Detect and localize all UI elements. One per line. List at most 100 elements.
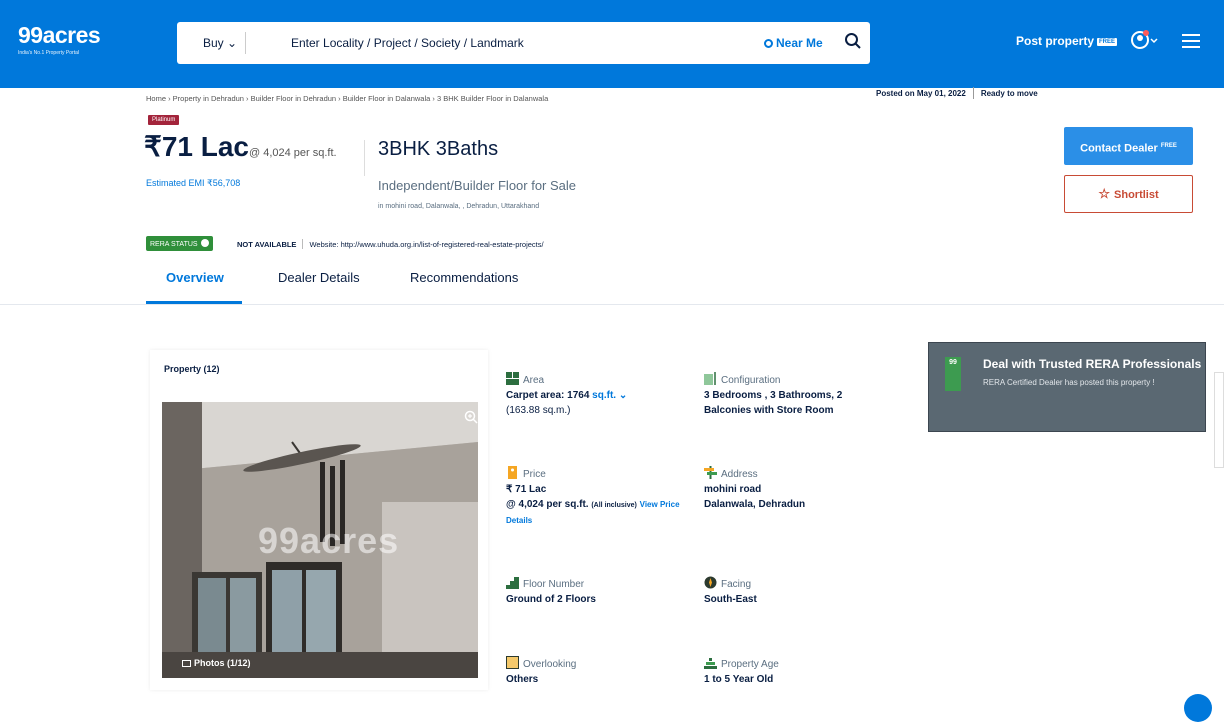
rera-status-value: NOT AVAILABLE <box>237 240 297 249</box>
price-value: ₹71 Lac <box>144 131 249 162</box>
price-detail-value: ₹ 71 Lac <box>506 484 547 495</box>
rera-status-badge: RERA STATUS <box>146 236 213 251</box>
free-badge: FREE <box>1097 38 1118 46</box>
posted-date: Posted on May 01, 2022 <box>876 89 966 98</box>
shortlist-button[interactable]: ☆ Shortlist <box>1064 175 1193 213</box>
area-value: Carpet area: 1764 <box>506 390 590 401</box>
price-per-sqft: @ 4,024 per sq.ft. <box>249 147 337 159</box>
tab-dealer-details[interactable]: Dealer Details <box>278 270 360 285</box>
logo-tagline: India's No.1 Property Portal <box>18 50 79 56</box>
signpost-icon <box>704 466 717 479</box>
header-divider <box>364 140 365 176</box>
chevron-down-icon[interactable]: ⌄ <box>616 390 627 401</box>
location-target-icon <box>764 39 773 48</box>
emi-link[interactable]: Estimated EMI ₹56,708 <box>146 178 240 189</box>
facing-value: South-East <box>704 594 757 605</box>
rera-promo-box: 99 Deal with Trusted RERA Professionals … <box>928 342 1206 432</box>
search-icon[interactable] <box>844 32 862 50</box>
window-icon <box>506 656 519 669</box>
chat-icon[interactable] <box>1184 694 1212 722</box>
address-label: Address <box>721 469 758 480</box>
detail-configuration: Configuration 3 Bedrooms , 3 Bathrooms, … <box>704 370 904 418</box>
rera-tip-icon: 99 <box>945 357 961 391</box>
overlooking-label: Overlooking <box>523 659 577 670</box>
detail-area: Area Carpet area: 1764 sq.ft. ⌄ (163.88 … <box>506 370 706 418</box>
price-label: Price <box>523 469 546 480</box>
info-icon[interactable] <box>200 239 209 247</box>
platinum-badge: Platinum <box>148 115 180 125</box>
area-label: Area <box>523 375 545 386</box>
area-unit-dropdown[interactable]: sq.ft. <box>592 390 616 401</box>
site-logo[interactable]: 99acres India's No.1 Property Portal <box>18 22 101 56</box>
listing-locality: in mohini road, Dalanwala, , Dehradun, U… <box>378 203 540 210</box>
listing-title: 3BHK 3Baths <box>378 138 499 160</box>
floor-label: Floor Number <box>523 579 585 590</box>
post-property-link[interactable]: Post property FREE <box>1016 34 1118 48</box>
buy-dropdown[interactable]: Buy ⌄ <box>203 36 237 50</box>
near-me-label: Near Me <box>776 36 823 50</box>
breadcrumb[interactable]: Home › Property in Dehradun › Builder Fl… <box>146 94 548 103</box>
contact-free-badge: FREE <box>1160 143 1177 149</box>
address-locality: Dalanwala, Dehradun <box>704 499 806 510</box>
detail-address: Address mohini road Dalanwala, Dehradun <box>704 464 904 512</box>
star-icon: ☆ <box>1098 186 1111 201</box>
detail-overlooking: Overlooking Others <box>506 654 706 687</box>
tab-recommendations[interactable]: Recommendations <box>410 270 518 285</box>
listing-price: ₹71 Lac@ 4,024 per sq.ft. <box>144 130 337 163</box>
property-photo-count: Property (12) <box>164 364 220 374</box>
post-property-label: Post property <box>1016 34 1095 48</box>
rera-badge-label: RERA STATUS <box>150 241 198 248</box>
buy-label: Buy <box>203 36 224 50</box>
camera-icon <box>182 660 191 667</box>
overlooking-value: Others <box>506 674 539 685</box>
detail-property-age: Property Age 1 to 5 Year Old <box>704 654 904 687</box>
feedback-tab[interactable] <box>1214 372 1224 468</box>
price-tag-icon <box>508 466 517 479</box>
compass-icon <box>704 576 717 589</box>
contact-label: Contact Dealer <box>1080 142 1158 155</box>
detail-facing: Facing South-East <box>704 574 904 607</box>
address-value: mohini road <box>704 484 762 495</box>
watermark: 99acres <box>258 520 400 561</box>
hamburger-menu-icon[interactable] <box>1182 34 1200 48</box>
logo-text: 99acres <box>18 22 101 48</box>
price-per-sqft-detail: @ 4,024 per sq.ft. <box>506 499 589 510</box>
configuration-icon <box>704 372 716 385</box>
search-bar: Buy ⌄ Enter Locality / Project / Society… <box>177 22 870 64</box>
ready-to-move: Ready to move <box>980 89 1038 98</box>
posted-info: Posted on May 01, 2022 Ready to move <box>876 87 1038 99</box>
facing-label: Facing <box>721 579 752 590</box>
listing-subtitle: Independent/Builder Floor for Sale <box>378 178 577 193</box>
area-sqm: (163.88 sq.m.) <box>506 405 571 416</box>
zoom-icon[interactable] <box>464 410 478 424</box>
contact-dealer-button[interactable]: Contact Dealer FREE <box>1064 127 1193 165</box>
user-account-icon[interactable] <box>1130 29 1160 51</box>
rera-website[interactable]: Website: http://www.uhuda.org.in/list-of… <box>309 240 543 249</box>
tabs-divider <box>0 304 1224 305</box>
rera-tip-logo-text: 99 <box>949 359 957 366</box>
tab-overview[interactable]: Overview <box>166 270 224 285</box>
near-me-button[interactable]: Near Me <box>764 36 823 50</box>
property-photo-card: Property (12) 99acres Photos (1/12) <box>150 350 488 690</box>
configuration-label: Configuration <box>721 375 781 386</box>
photos-counter[interactable]: Photos (1/12) <box>182 658 251 668</box>
search-divider <box>245 32 246 54</box>
photos-label: Photos (1/12) <box>194 658 251 668</box>
promo-text: RERA Certified Dealer has posted this pr… <box>983 378 1155 387</box>
search-input[interactable]: Enter Locality / Project / Society / Lan… <box>291 36 524 50</box>
chevron-down-icon: ⌄ <box>227 36 238 50</box>
rera-info: NOT AVAILABLE Website: http://www.uhuda.o… <box>237 239 544 249</box>
property-age-value: 1 to 5 Year Old <box>704 674 774 685</box>
shortlist-label: Shortlist <box>1114 189 1159 201</box>
detail-price: Price ₹ 71 Lac @ 4,024 per sq.ft. (All i… <box>506 464 706 528</box>
stairs-icon <box>506 577 519 589</box>
property-photo[interactable]: 99acres Photos (1/12) <box>162 402 478 678</box>
detail-floor-number: Floor Number Ground of 2 Floors <box>506 574 706 607</box>
all-inclusive-note: (All inclusive) <box>591 502 637 509</box>
area-icon <box>506 372 519 385</box>
top-navbar: 99acres India's No.1 Property Portal Buy… <box>0 0 1224 88</box>
property-age-label: Property Age <box>721 659 779 670</box>
promo-title: Deal with Trusted RERA Professionals <box>983 357 1202 371</box>
floor-value: Ground of 2 Floors <box>506 594 596 605</box>
configuration-value: 3 Bedrooms , 3 Bathrooms, 2 Balconies wi… <box>704 390 843 416</box>
